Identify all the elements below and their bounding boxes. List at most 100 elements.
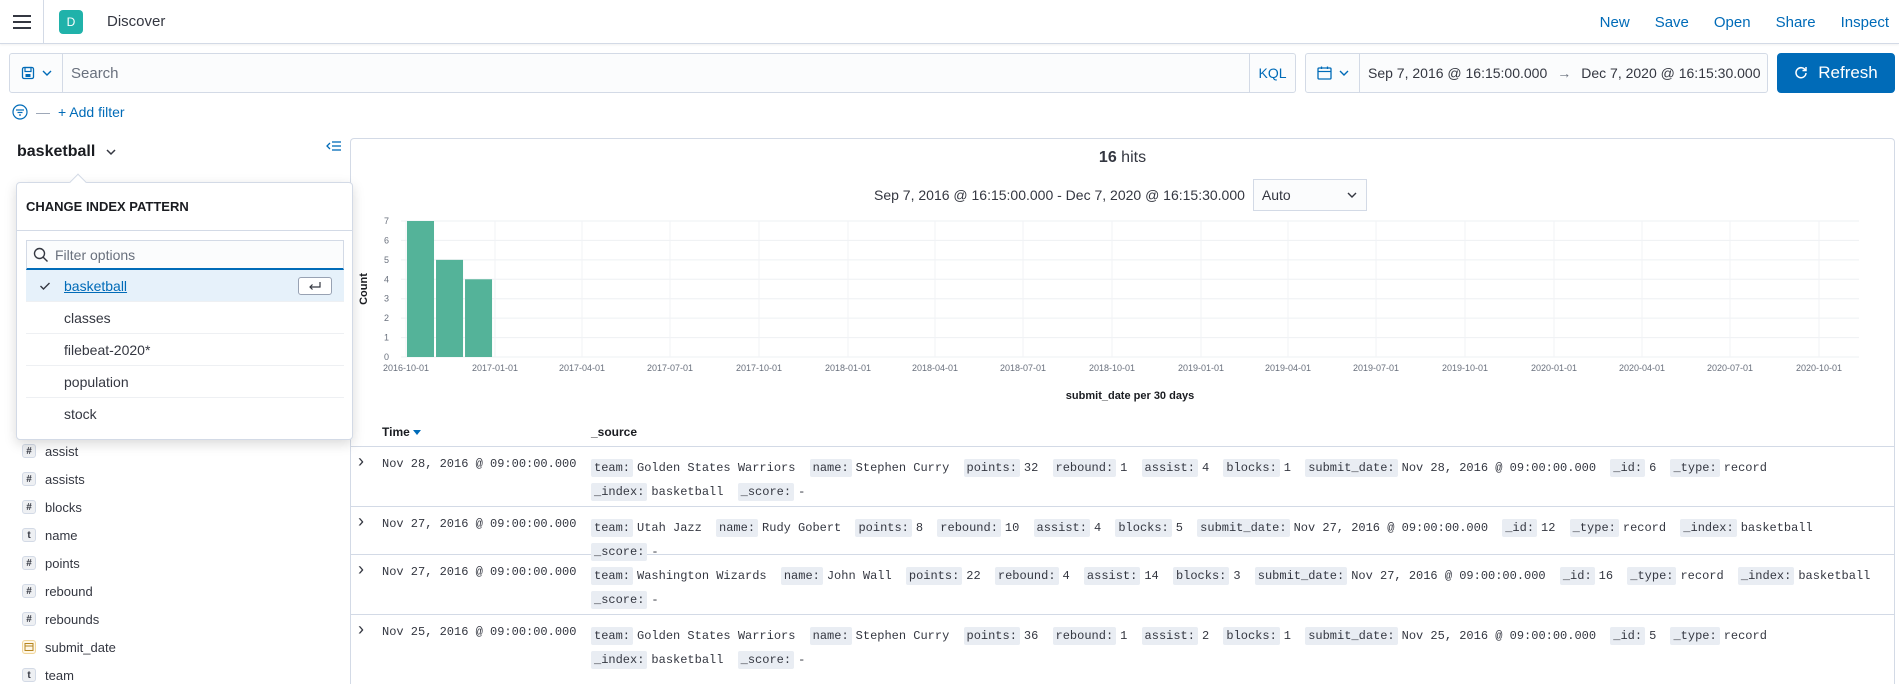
source-value: 3	[1233, 569, 1241, 583]
option-stock[interactable]: stock	[26, 398, 344, 430]
chevron-down-icon	[106, 149, 116, 156]
x-tick-label: 2019-10-01	[1442, 363, 1488, 373]
field-name: name	[45, 527, 78, 543]
source-field: blocks: 1	[1223, 459, 1291, 477]
table-row[interactable]: › Nov 25, 2016 @ 09:00:00.000 team: Golden …	[351, 615, 1894, 684]
option-label: population	[64, 373, 129, 390]
interval-value: Auto	[1261, 187, 1291, 203]
field-item-assist[interactable]: # assist	[22, 437, 116, 465]
collapse-sidebar-icon[interactable]	[326, 138, 342, 154]
source-key: _id:	[1502, 519, 1538, 537]
index-pattern-selector[interactable]: basketball	[17, 143, 117, 161]
source-field: _type: record	[1569, 519, 1666, 537]
source-value: Washington Wizards	[637, 569, 767, 583]
table-row[interactable]: › Nov 27, 2016 @ 09:00:00.000 team: Utah Ja…	[351, 507, 1894, 561]
share-link[interactable]: Share	[1776, 14, 1816, 31]
source-value: record	[1680, 569, 1724, 583]
time-range-text: Sep 7, 2016 @ 16:15:00.000 - Dec 7, 2020…	[874, 187, 1245, 203]
x-tick-label: 2017-10-01	[736, 363, 782, 373]
source-field: assist: 2	[1141, 627, 1209, 645]
inspect-link[interactable]: Inspect	[1841, 14, 1889, 31]
time-column-header[interactable]: Time	[382, 425, 422, 439]
add-filter-button[interactable]: + Add filter	[58, 104, 125, 120]
source-value: basketball	[1740, 521, 1813, 535]
source-value: 4	[1093, 521, 1102, 535]
time-column-label: Time	[382, 425, 410, 439]
date-type-icon	[22, 640, 36, 654]
source-field: blocks: 1	[1223, 627, 1291, 645]
top-nav-links: New Save Open Share Inspect	[1575, 0, 1889, 44]
x-tick-label: 2018-04-01	[912, 363, 958, 373]
field-item-assists[interactable]: # assists	[22, 465, 116, 493]
enter-key-icon	[298, 276, 332, 295]
number-type-icon: #	[22, 612, 36, 626]
hits-label: hits	[1121, 149, 1147, 166]
save-link[interactable]: Save	[1655, 14, 1689, 31]
quick-menu-button[interactable]	[1306, 54, 1360, 92]
interval-select[interactable]: Auto	[1252, 179, 1367, 211]
expand-row-icon[interactable]: ›	[358, 619, 364, 640]
kql-button[interactable]: KQL	[1249, 54, 1295, 92]
source-field: _index: basketball	[591, 651, 723, 669]
histogram-bar[interactable]	[465, 279, 493, 357]
table-row[interactable]: › Nov 28, 2016 @ 09:00:00.000 team: Golden …	[351, 447, 1894, 507]
source-field: _score: -	[737, 651, 805, 669]
start-date[interactable]: Sep 7, 2016 @ 16:15:00.000	[1368, 65, 1547, 81]
source-key: name:	[780, 567, 823, 585]
field-item-rebound[interactable]: # rebound	[22, 577, 116, 605]
row-time: Nov 27, 2016 @ 09:00:00.000	[382, 565, 577, 579]
field-item-team[interactable]: t team	[22, 661, 116, 684]
source-key: _index:	[1737, 567, 1795, 585]
source-field: points: 32	[963, 459, 1038, 477]
menu-button[interactable]	[0, 0, 44, 44]
option-population[interactable]: population	[26, 366, 344, 398]
option-classes[interactable]: classes	[26, 302, 344, 334]
source-field: _score: -	[737, 483, 805, 501]
filter-options-box	[26, 240, 344, 270]
new-link[interactable]: New	[1600, 14, 1630, 31]
field-item-points[interactable]: # points	[22, 549, 116, 577]
open-link[interactable]: Open	[1714, 14, 1751, 31]
expand-row-icon[interactable]: ›	[358, 451, 364, 472]
field-item-submit-date[interactable]: submit_date	[22, 633, 116, 661]
source-key: blocks:	[1223, 627, 1280, 645]
filter-icon[interactable]	[12, 104, 28, 120]
source-key: blocks:	[1172, 567, 1230, 585]
source-key: _score:	[591, 591, 648, 609]
source-field: submit_date: Nov 27, 2016 @ 09:00:00.000	[1197, 519, 1489, 537]
x-tick-label: 2020-07-01	[1707, 363, 1753, 373]
source-value: Golden States Warriors	[637, 461, 796, 475]
number-type-icon: #	[22, 444, 36, 458]
refresh-button[interactable]: Refresh	[1777, 53, 1895, 93]
source-value: record	[1723, 461, 1767, 475]
field-name: team	[45, 667, 74, 683]
end-date[interactable]: Dec 7, 2020 @ 16:15:30.000	[1581, 65, 1760, 81]
table-row[interactable]: › Nov 27, 2016 @ 09:00:00.000 team: Washing…	[351, 555, 1894, 615]
field-item-name[interactable]: t name	[22, 521, 116, 549]
expand-row-icon[interactable]: ›	[358, 511, 364, 532]
x-tick-label: 2018-01-01	[825, 363, 871, 373]
check-icon	[26, 280, 64, 292]
source-field: _type: record	[1670, 459, 1767, 477]
field-item-rebounds[interactable]: # rebounds	[22, 605, 116, 633]
expand-row-icon[interactable]: ›	[358, 559, 364, 580]
source-value: 1	[1120, 629, 1128, 643]
saved-queries-button[interactable]	[10, 54, 63, 92]
space-avatar[interactable]: D	[59, 9, 83, 34]
histogram-bar[interactable]	[407, 221, 435, 357]
source-value: Nov 27, 2016 @ 09:00:00.000	[1293, 521, 1489, 535]
field-name: submit_date	[45, 639, 116, 655]
source-key: _id:	[1559, 567, 1595, 585]
source-field: submit_date: Nov 27, 2016 @ 09:00:00.000	[1254, 567, 1546, 585]
histogram-bar[interactable]	[436, 259, 464, 357]
field-item-blocks[interactable]: # blocks	[22, 493, 116, 521]
source-key: assist:	[1033, 519, 1090, 537]
filter-options-input[interactable]	[49, 246, 343, 263]
search-input[interactable]	[63, 54, 1249, 92]
option-filebeat-2020[interactable]: filebeat-2020*	[26, 334, 344, 366]
source-key: _id:	[1610, 459, 1646, 477]
x-tick-label: 2019-07-01	[1353, 363, 1399, 373]
number-type-icon: #	[22, 500, 36, 514]
option-basketball[interactable]: basketball	[26, 270, 344, 302]
chevron-down-icon	[42, 70, 51, 76]
